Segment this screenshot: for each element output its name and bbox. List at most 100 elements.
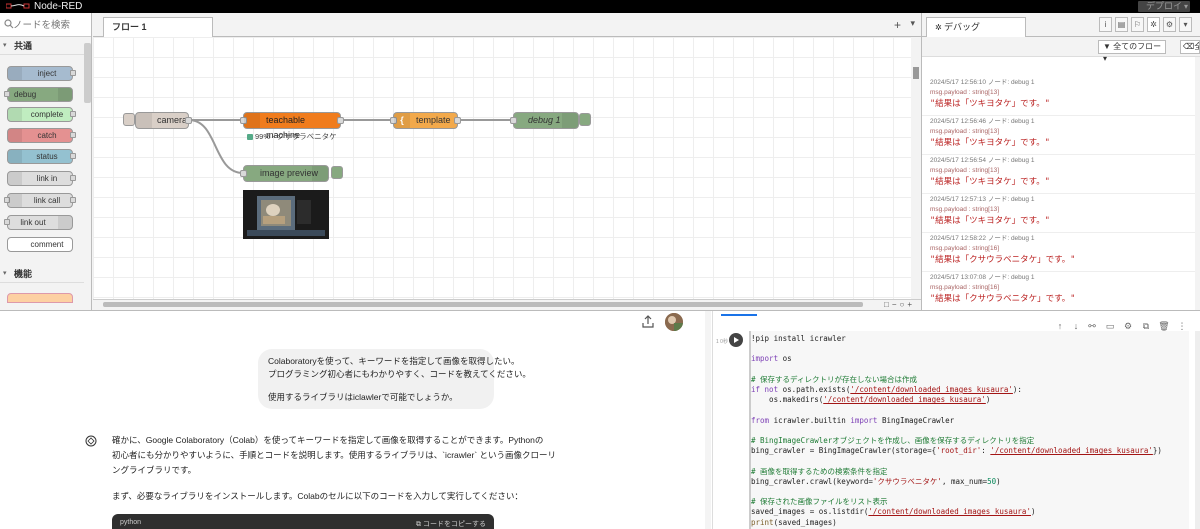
palette-scrollbar[interactable] (84, 43, 91, 103)
palette-search-input[interactable] (13, 17, 89, 33)
debug-message: 2024/5/17 12:56:10 ノード: debug 1 msg.payl… (922, 77, 1200, 116)
node-teachable-machine[interactable]: teachable machine (240, 112, 344, 140)
filter-dropdown[interactable]: ▼ 全てのフロー ▾ (1098, 40, 1166, 63)
code-cell[interactable]: !pip install icrawler import os # 保存するディ… (749, 331, 1189, 529)
assistant-text-line: 確かに、Google Colaboratory（Colab）を使ってキーワードを… (112, 435, 544, 445)
zoom-controls[interactable]: □−○+ (884, 300, 915, 309)
filter-icon: ▼ (1103, 42, 1111, 51)
workspace-vertical-scrollbar[interactable] (911, 37, 921, 299)
message-value: "結果は「クサウラベニタケ」です。" (930, 294, 1076, 304)
copy-code-button[interactable]: ⧉ コードをコピーする (416, 519, 486, 529)
output-port[interactable] (454, 117, 461, 124)
workspace-horizontal-scrollbar[interactable] (103, 302, 863, 307)
book-icon[interactable]: ▤ (1115, 17, 1128, 32)
debug-toggle-button[interactable] (579, 113, 591, 126)
chevron-down-icon[interactable]: ▾ (1184, 1, 1188, 12)
palette-node-label: debug (14, 90, 37, 99)
avatar[interactable] (665, 313, 683, 331)
trash-icon: ⌫ (1183, 42, 1195, 51)
palette-node-link-call[interactable]: link call (4, 193, 76, 208)
gear-icon[interactable]: ⚙ (1163, 17, 1176, 32)
debug-message: 2024/5/17 12:56:54 ノード: debug 1 msg.payl… (922, 155, 1200, 194)
code-line: bing_crawler = BingImageCrawler(storage=… (751, 446, 1162, 456)
chat-window: Colaboratoryを使って、キーワードを指定して画像を取得したい。 プログ… (0, 311, 712, 529)
palette-node-status[interactable]: status (7, 149, 76, 164)
message-value: "結果は「ツキヨタケ」です。" (930, 216, 1050, 226)
comment-icon (8, 238, 22, 251)
scrollbar-thumb[interactable] (913, 67, 919, 79)
message-meta: 2024/5/17 12:57:13 ノード: debug 1 (930, 196, 1035, 203)
palette-node-complete[interactable]: complete (7, 107, 76, 122)
palette-node-partial[interactable] (7, 293, 73, 303)
assistant-text-line: ングライブラリです。 (112, 465, 197, 475)
chevron-down-icon[interactable]: ▾ (910, 18, 915, 29)
palette-node-catch[interactable]: catch (7, 128, 76, 143)
flag-icon[interactable]: ⚐ (1131, 17, 1144, 32)
camera-icon (136, 113, 152, 128)
image-preview-thumbnail (243, 190, 329, 239)
node-camera[interactable]: camera (135, 112, 192, 129)
run-cell-button[interactable] (729, 333, 743, 347)
clear-button[interactable]: ⌫全て (1180, 40, 1200, 54)
chevron-down-icon: ▾ (3, 270, 7, 277)
bug-icon[interactable]: ✲ (1147, 17, 1160, 32)
output-port (70, 153, 76, 159)
palette-category-common[interactable]: ▾ 共通 (0, 37, 84, 55)
node-red-window: Node-RED デプロイ ▾ ▾ 共通 inject debug (0, 0, 1200, 310)
colab-window: ↑ ↓ ⚯ ▭ ⚙ ⧉ 🗑 ⋮ 1 0秒 !pip install icrawl… (712, 311, 1200, 529)
palette-category-function[interactable]: ▾ 機能 (0, 265, 84, 283)
palette-node-debug[interactable]: debug (4, 87, 73, 102)
chevron-down-icon[interactable]: ▾ (1179, 17, 1192, 32)
clear-label: 全て (1194, 42, 1199, 51)
palette-node-label: complete (30, 110, 64, 119)
tab-debug[interactable]: ✲ デバッグ (926, 17, 1026, 37)
message-meta: 2024/5/17 12:56:46 ノード: debug 1 (930, 118, 1035, 125)
code-line: from icrawler.builtin import BingImageCr… (751, 415, 955, 425)
output-port[interactable] (337, 117, 344, 124)
share-icon[interactable] (641, 315, 655, 329)
code-line: # 保存された画像ファイルをリスト表示 (751, 497, 888, 507)
input-port[interactable] (240, 170, 247, 177)
deploy-button[interactable]: デプロイ ▾ (1138, 1, 1190, 12)
preview-toggle-button[interactable] (331, 166, 343, 179)
node-template[interactable]: { template (390, 112, 461, 129)
message-topic: msg.payload : string[13] (930, 206, 1000, 213)
debug-scrollbar[interactable] (1195, 57, 1200, 310)
input-port[interactable] (510, 117, 517, 124)
bug-icon: ✲ (935, 23, 944, 32)
palette-node-link-out[interactable]: link out (4, 215, 73, 230)
info-icon[interactable]: i (1099, 17, 1112, 32)
palette-node-inject[interactable]: inject (7, 66, 76, 81)
colab-scrollbar[interactable] (1195, 331, 1200, 529)
deploy-label: デプロイ (1146, 1, 1183, 11)
output-port[interactable] (185, 117, 192, 124)
node-label: image preview (260, 168, 319, 178)
message-topic: msg.payload : string[13] (930, 167, 1000, 174)
debug-message: 2024/5/17 13:07:08 ノード: debug 1 msg.payl… (922, 272, 1200, 310)
palette: ▾ 共通 inject debug complete catch status (0, 13, 92, 310)
message-value: "結果は「ツキヨタケ」です。" (930, 138, 1050, 148)
palette-search (0, 13, 91, 37)
code-line: if not os.path.exists('/content/download… (751, 385, 1022, 395)
palette-node-comment[interactable]: comment (7, 237, 73, 252)
image-icon (312, 166, 328, 181)
debug-message: 2024/5/17 12:56:46 ノード: debug 1 msg.payl… (922, 116, 1200, 155)
add-tab-icon[interactable]: + (894, 18, 901, 32)
palette-node-label: link in (36, 174, 58, 183)
node-image-preview[interactable]: image preview (240, 165, 329, 182)
node-debug-1[interactable]: debug 1 (510, 112, 579, 129)
category-label: 共通 (14, 41, 33, 51)
tab-label: フロー 1 (112, 22, 147, 32)
code-editor[interactable]: !pip install icrawler import os # 保存するディ… (751, 334, 1162, 528)
chat-scrollbar[interactable] (705, 311, 711, 529)
code-line: # BingImageCrawlerオブジェクトを作成し、画像を保存するディレク… (751, 436, 1035, 446)
tab-flow-1[interactable]: フロー 1 (103, 17, 213, 37)
active-tab-indicator (721, 314, 757, 316)
flow-canvas[interactable]: camera teachable machine 99% - クサウラベニタケ … (93, 37, 911, 299)
status-text: 99% - クサウラベニタケ (255, 132, 337, 141)
palette-node-link-in[interactable]: link in (7, 171, 76, 186)
camera-trigger-button[interactable] (123, 113, 135, 126)
code-language-label: python (120, 519, 142, 526)
